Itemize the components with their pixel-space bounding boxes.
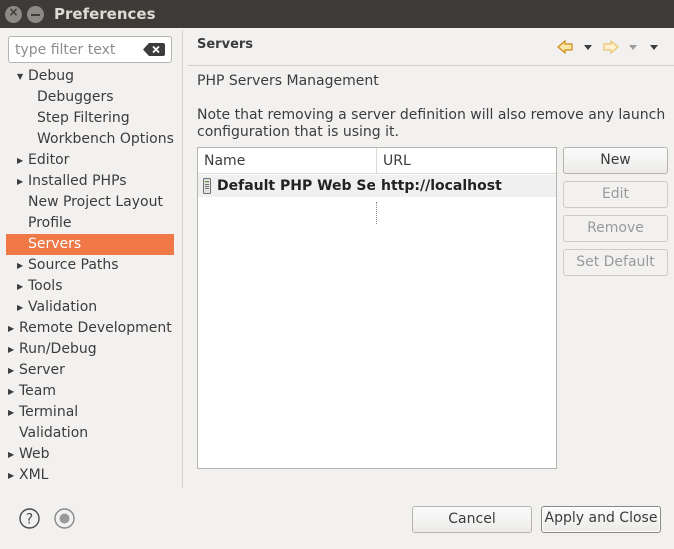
title-bar: × Preferences	[0, 0, 674, 28]
collapsed-arrow-icon[interactable]: ▶	[8, 318, 18, 339]
tree-item-label: Team	[19, 383, 57, 399]
filter-box	[8, 36, 172, 63]
collapsed-arrow-icon[interactable]: ▶	[17, 255, 27, 276]
tree-item-source-paths[interactable]: ▶ Source Paths	[6, 255, 174, 276]
new-button[interactable]: New	[563, 147, 668, 174]
collapsed-arrow-icon[interactable]: ▶	[8, 465, 18, 486]
collapsed-arrow-icon[interactable]: ▶	[8, 339, 18, 360]
record-macro-icon[interactable]	[54, 508, 75, 529]
preference-tree: ▼ Debug Debuggers Step Filtering Workbench O…	[6, 66, 174, 488]
cancel-button[interactable]: Cancel	[412, 506, 532, 533]
page-title: Servers	[197, 37, 254, 52]
svg-text:?: ?	[26, 512, 33, 528]
tree-item-xml[interactable]: ▶ XML	[6, 465, 174, 486]
table-row[interactable]: Default PHP Web Server http://localhost	[198, 175, 556, 224]
help-icon[interactable]: ?	[19, 508, 40, 529]
tree-item-label: Step Filtering	[37, 110, 130, 126]
tree-item-validation[interactable]: ▶ Validation	[6, 297, 174, 318]
tree-item-server[interactable]: ▶ Server	[6, 360, 174, 381]
clear-filter-icon[interactable]	[143, 43, 165, 56]
tree-item-label: Workbench Options	[37, 131, 174, 147]
remove-button[interactable]: Remove	[563, 215, 668, 242]
collapsed-arrow-icon[interactable]: ▶	[17, 297, 27, 318]
servers-table: Name URL Default PHP Web Server http://l…	[197, 147, 557, 469]
edit-button[interactable]: Edit	[563, 181, 668, 208]
tree-item-debuggers[interactable]: Debuggers	[6, 87, 174, 108]
tree-item-terminal[interactable]: ▶ Terminal	[6, 402, 174, 423]
tree-item-label: Editor	[28, 152, 70, 168]
page-navigation	[556, 38, 666, 56]
tree-item-label: Validation	[28, 299, 98, 315]
tree-item-label: Tools	[28, 278, 63, 294]
forward-history-chevron-down-icon[interactable]	[628, 38, 638, 56]
tree-item-label: Server	[19, 362, 65, 378]
tree-item-new-project-layout[interactable]: New Project Layout	[6, 192, 174, 213]
header-separator	[188, 65, 674, 66]
tree-item-servers[interactable]: Servers	[6, 234, 174, 255]
preferences-window: × Preferences ▼Debug Debuggers Step Filter…	[0, 0, 674, 549]
set-default-button[interactable]: Set Default	[563, 249, 668, 276]
minimize-window-button[interactable]	[27, 6, 44, 23]
column-header-url[interactable]: URL	[377, 148, 556, 174]
tree-item-label: Remote Development	[19, 320, 172, 336]
close-icon: ×	[8, 5, 19, 19]
tree-item-label: Web	[19, 446, 50, 462]
apply-and-close-button[interactable]: Apply and Close	[541, 506, 661, 533]
tree-item-validation[interactable]: Validation	[6, 423, 174, 444]
server-name-cell: Default PHP Web Server	[217, 178, 375, 194]
tree-item-remote-development[interactable]: ▶ Remote Development	[6, 318, 174, 339]
collapsed-arrow-icon[interactable]: ▶	[8, 381, 18, 402]
tree-item-profile[interactable]: Profile	[6, 213, 174, 234]
tree-item-web[interactable]: ▶ Web	[6, 444, 174, 465]
server-icon	[203, 178, 211, 194]
tree-item-label: Terminal	[19, 404, 79, 420]
tree-item-label: Debuggers	[37, 89, 114, 105]
tree-item-team[interactable]: ▶ Team	[6, 381, 174, 402]
tree-item-run-debug[interactable]: ▶ Run/Debug	[6, 339, 174, 360]
server-url-cell: http://localhost	[381, 178, 502, 194]
section-title: PHP Servers Management	[197, 73, 379, 89]
tree-item-label: Validation	[19, 425, 89, 441]
tree-item-label: XML	[19, 467, 49, 483]
tree-item-label: Profile	[28, 215, 72, 231]
collapsed-arrow-icon[interactable]: ▶	[8, 444, 18, 465]
back-arrow-icon[interactable]	[556, 38, 574, 56]
tree-item-editor[interactable]: ▶ Editor	[6, 150, 174, 171]
column-header-name[interactable]: Name	[198, 148, 377, 174]
tree-item-workbench-options[interactable]: Workbench Options	[6, 129, 174, 150]
collapsed-arrow-icon[interactable]: ▶	[17, 150, 27, 171]
panel-divider[interactable]	[182, 30, 183, 488]
removal-note: Note that removing a server definition w…	[197, 107, 666, 140]
forward-arrow-icon[interactable]	[602, 38, 620, 56]
collapsed-arrow-icon[interactable]: ▶	[17, 276, 27, 297]
collapsed-arrow-icon[interactable]: ▶	[17, 171, 27, 192]
view-menu-icon[interactable]	[649, 38, 659, 56]
tree-item-step-filtering[interactable]: Step Filtering	[6, 108, 174, 129]
tree-item-tools[interactable]: ▶ Tools	[6, 276, 174, 297]
window-title: Preferences	[54, 5, 156, 23]
tree-item-label: Source Paths	[28, 257, 119, 273]
back-history-chevron-down-icon[interactable]	[583, 38, 593, 56]
filter-input[interactable]	[15, 40, 139, 60]
tree-item-label: Debug	[28, 68, 75, 84]
tree-item-installed-phps[interactable]: ▶ Installed PHPs	[6, 171, 174, 192]
collapsed-arrow-icon[interactable]: ▶	[8, 402, 18, 423]
column-divider	[376, 202, 377, 224]
expanded-arrow-icon[interactable]: ▼	[17, 66, 27, 87]
tree-item-debug[interactable]: ▼ Debug	[6, 66, 174, 87]
tree-item-label: Servers	[28, 236, 82, 252]
tree-item-label: Run/Debug	[19, 341, 97, 357]
collapsed-arrow-icon[interactable]: ▶	[8, 360, 18, 381]
tree-item-label: New Project Layout	[28, 194, 163, 210]
minimize-icon	[31, 14, 40, 16]
close-window-button[interactable]: ×	[5, 5, 22, 23]
tree-item-label: Installed PHPs	[28, 173, 127, 189]
